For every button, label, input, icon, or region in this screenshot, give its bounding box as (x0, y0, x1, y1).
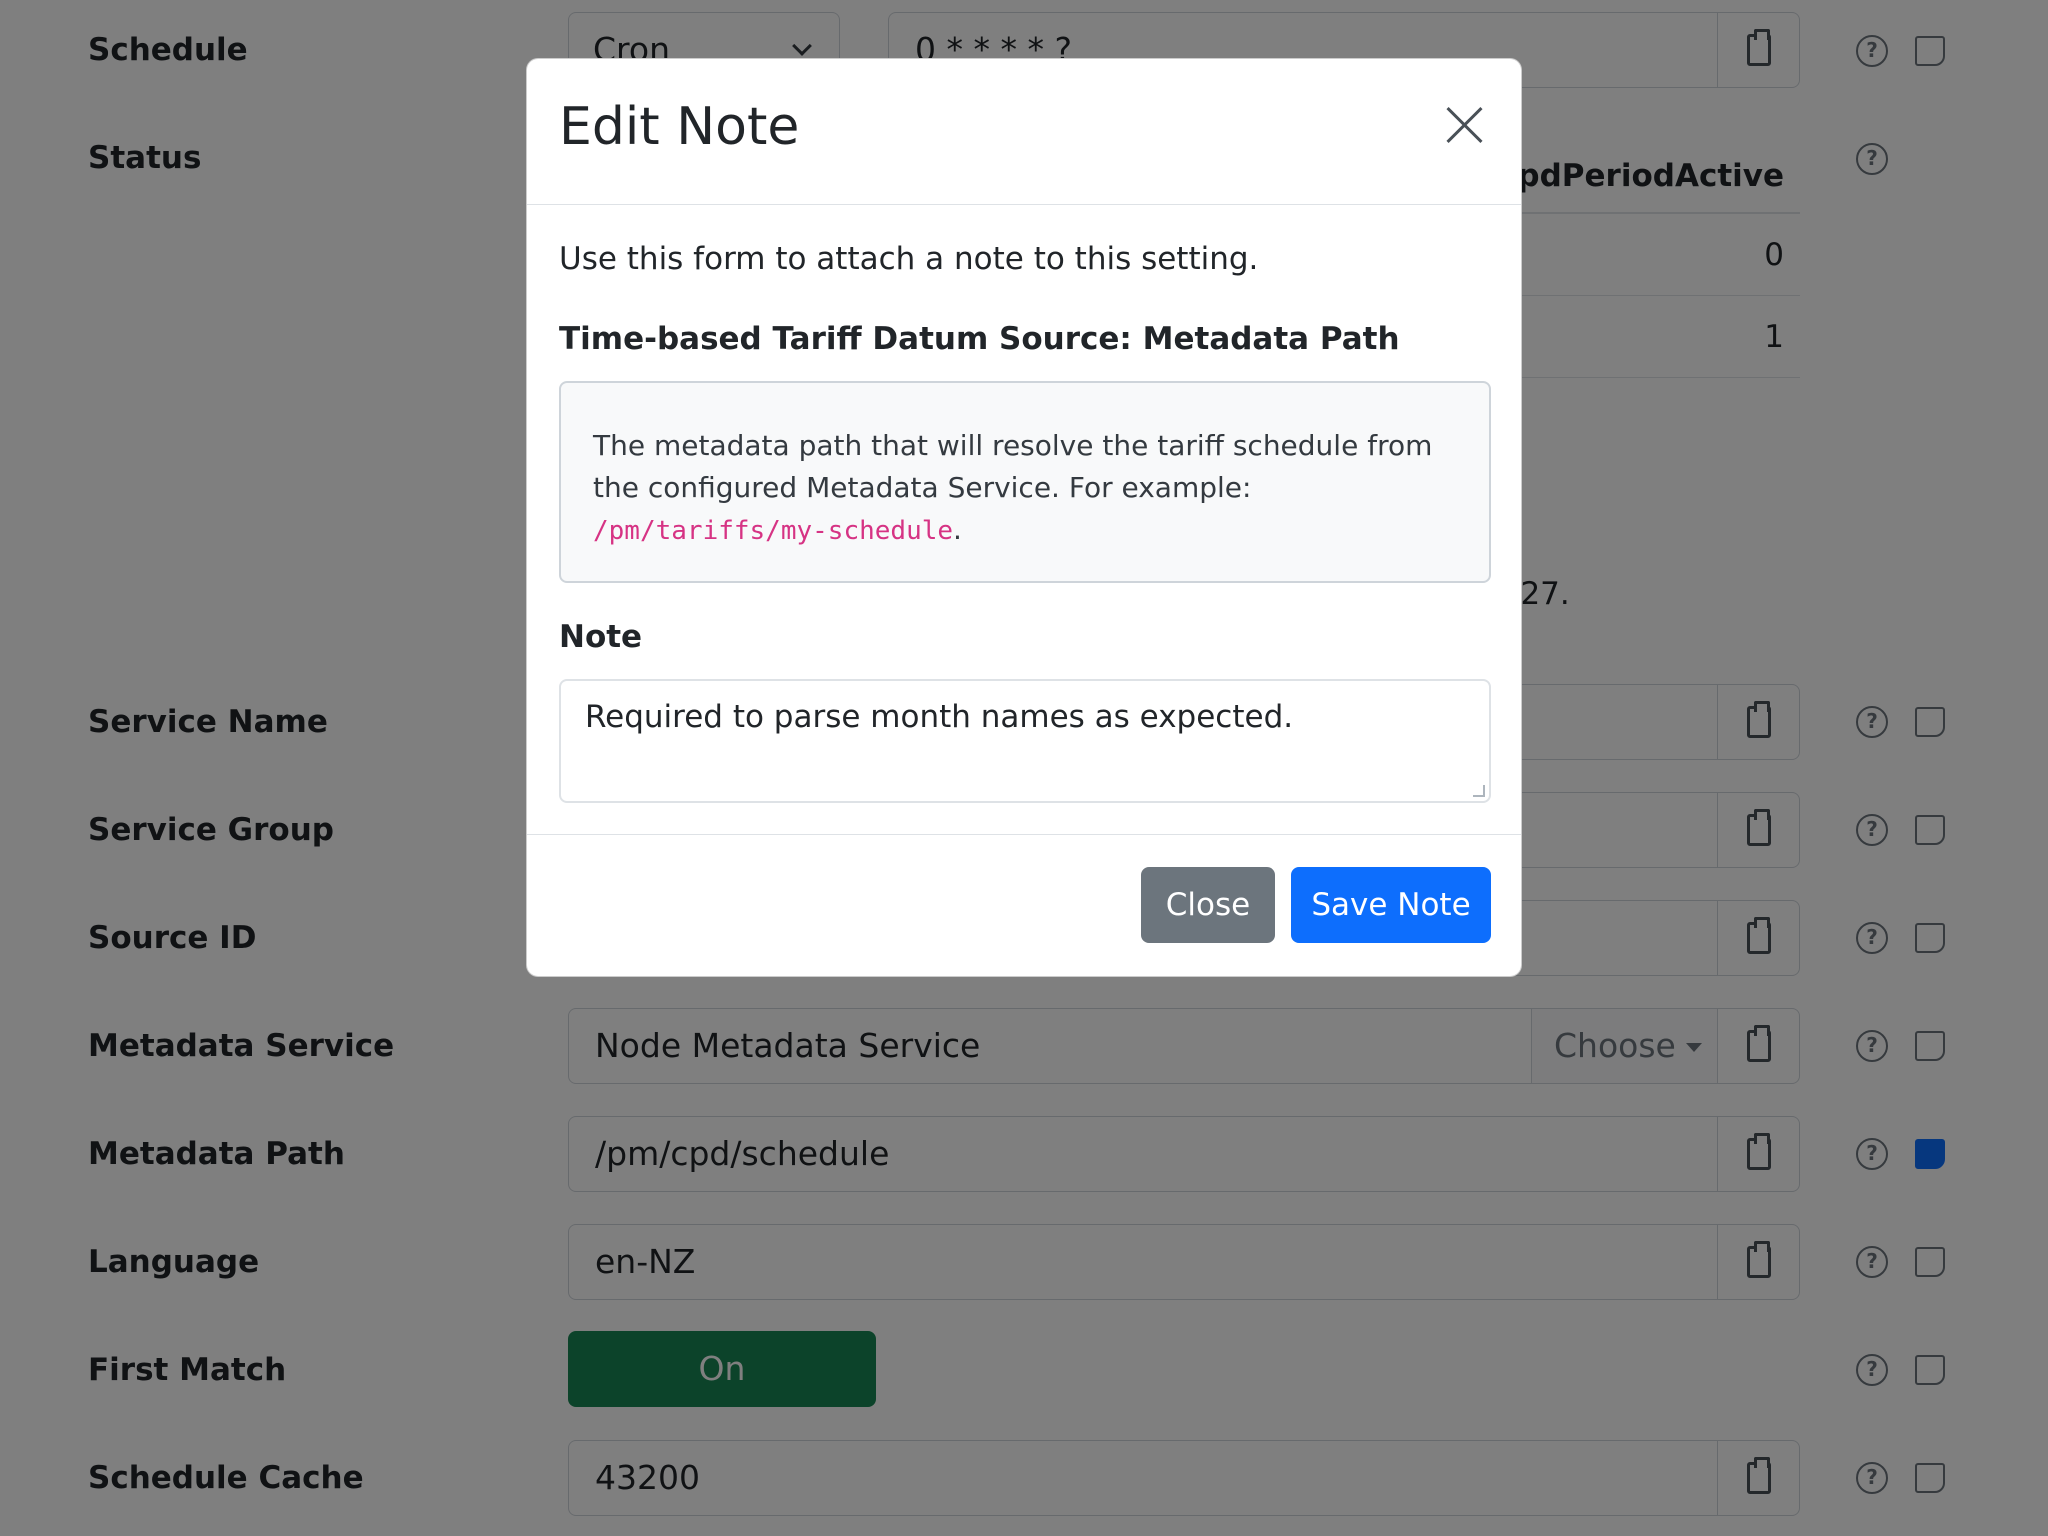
note-label: Note (559, 619, 643, 655)
close-icon[interactable] (1445, 105, 1485, 145)
modal-title: Edit Note (559, 97, 800, 157)
description-suffix: . (953, 513, 962, 546)
setting-description: The metadata path that will resolve the … (559, 381, 1491, 583)
modal-header: Edit Note (527, 59, 1521, 205)
modal-footer: Close Save Note (527, 834, 1521, 978)
setting-title: Time-based Tariff Datum Source: Metadata… (559, 321, 1400, 357)
note-textarea[interactable]: Required to parse month names as expecte… (559, 679, 1491, 803)
edit-note-modal: Edit Note Use this form to attach a note… (526, 58, 1522, 977)
modal-intro-text: Use this form to attach a note to this s… (559, 241, 1259, 277)
close-button[interactable]: Close (1141, 867, 1275, 943)
description-code: /pm/tariffs/my-schedule (593, 516, 954, 546)
save-note-button[interactable]: Save Note (1291, 867, 1491, 943)
resize-handle-icon[interactable] (1473, 785, 1485, 797)
note-textarea-value: Required to parse month names as expecte… (585, 699, 1294, 735)
description-text: The metadata path that will resolve the … (593, 429, 1433, 504)
